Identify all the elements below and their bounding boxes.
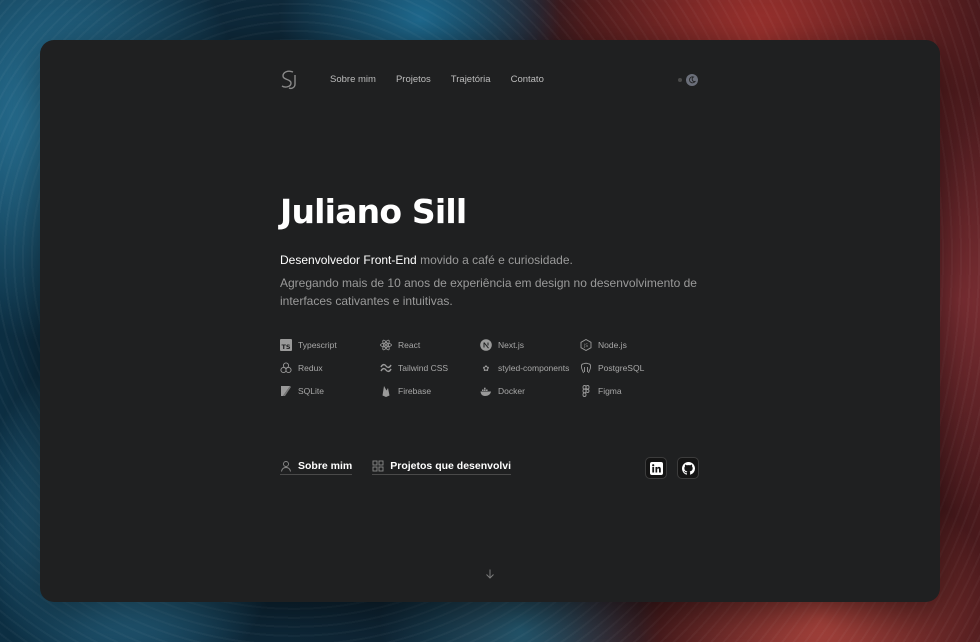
tailwind-icon	[380, 362, 392, 374]
tech-label: Redux	[298, 363, 323, 373]
typescript-icon: TS	[280, 339, 292, 351]
hero-tagline: Desenvolvedor Front-End movido a café e …	[280, 253, 573, 267]
svg-text:JS: JS	[583, 343, 588, 348]
tech-item-firebase: Firebase	[380, 384, 480, 398]
tech-label: Next.js	[498, 340, 524, 350]
sobre-mim-link[interactable]: Sobre mim	[280, 460, 353, 475]
postgresql-icon	[580, 362, 592, 374]
tech-label: Node.js	[598, 340, 627, 350]
tech-stack-grid: TS Typescript React Next.js JS Node.js R…	[280, 338, 680, 398]
tech-label: styled-components	[498, 363, 570, 373]
tagline-role: Desenvolvedor Front-End	[280, 253, 417, 267]
grid-icon	[372, 460, 384, 472]
tech-item-sqlite: SQLite	[280, 384, 380, 398]
tagline-rest: movido a café e curiosidade.	[416, 253, 573, 267]
svg-text:TS: TS	[281, 343, 290, 351]
firebase-icon	[380, 385, 392, 397]
tech-label: Typescript	[298, 340, 337, 350]
github-button[interactable]	[677, 457, 699, 479]
tech-item-nextjs: Next.js	[480, 338, 580, 352]
tech-item-react: React	[380, 338, 480, 352]
react-icon	[380, 339, 392, 351]
tech-label: SQLite	[298, 386, 324, 396]
tech-item-figma: Figma	[580, 384, 680, 398]
theme-toggle[interactable]	[676, 73, 700, 86]
nav-item-trajetoria[interactable]: Trajetória	[451, 74, 491, 85]
sobre-mim-link-label: Sobre mim	[298, 460, 353, 472]
hero-description: Agregando mais de 10 anos de experiência…	[280, 276, 697, 308]
moon-icon	[689, 75, 696, 83]
github-icon	[681, 461, 695, 475]
sj-logo-icon[interactable]	[280, 70, 298, 90]
tech-item-styled-components: ✿ styled-components	[480, 361, 580, 375]
page-title: Juliano Sill	[280, 192, 467, 231]
tech-label: Firebase	[398, 386, 432, 396]
tech-item-redux: Redux	[280, 361, 380, 375]
main-nav: Sobre mim Projetos Trajetória Contato	[330, 74, 544, 85]
tech-label: React	[398, 340, 421, 350]
nextjs-icon	[480, 339, 492, 351]
sqlite-icon	[280, 385, 292, 397]
projetos-link-label: Projetos que desenvolvi	[390, 460, 512, 472]
portfolio-card: Sobre mim Projetos Trajetória Contato Ju…	[40, 40, 940, 602]
svg-text:✿: ✿	[483, 364, 490, 373]
tech-item-docker: Docker	[480, 384, 580, 398]
tech-label: PostgreSQL	[598, 363, 645, 373]
nav-item-sobre-mim[interactable]: Sobre mim	[330, 74, 376, 85]
redux-icon	[280, 362, 292, 374]
arrow-down-icon[interactable]	[484, 568, 496, 580]
figma-icon	[580, 385, 592, 397]
tech-item-typescript: TS Typescript	[280, 338, 380, 352]
projetos-link[interactable]: Projetos que desenvolvi	[372, 460, 512, 475]
nav-item-projetos[interactable]: Projetos	[396, 74, 431, 85]
nodejs-icon: JS	[580, 339, 592, 351]
linkedin-icon	[649, 461, 663, 475]
theme-toggle-knob	[686, 73, 698, 86]
tech-label: Tailwind CSS	[398, 363, 449, 373]
tech-item-tailwind: Tailwind CSS	[380, 361, 480, 375]
hero-actions: Sobre mim Projetos que desenvolvi	[280, 460, 512, 475]
linkedin-button[interactable]	[645, 457, 667, 479]
tech-item-postgresql: PostgreSQL	[580, 361, 680, 375]
user-icon	[281, 461, 291, 472]
nav-item-contato[interactable]: Contato	[511, 74, 544, 85]
sun-icon	[678, 77, 682, 82]
tech-label: Docker	[498, 386, 525, 396]
tech-label: Figma	[598, 386, 622, 396]
styled-components-icon: ✿	[480, 362, 492, 374]
docker-icon	[480, 385, 492, 397]
tech-item-nodejs: JS Node.js	[580, 338, 680, 352]
